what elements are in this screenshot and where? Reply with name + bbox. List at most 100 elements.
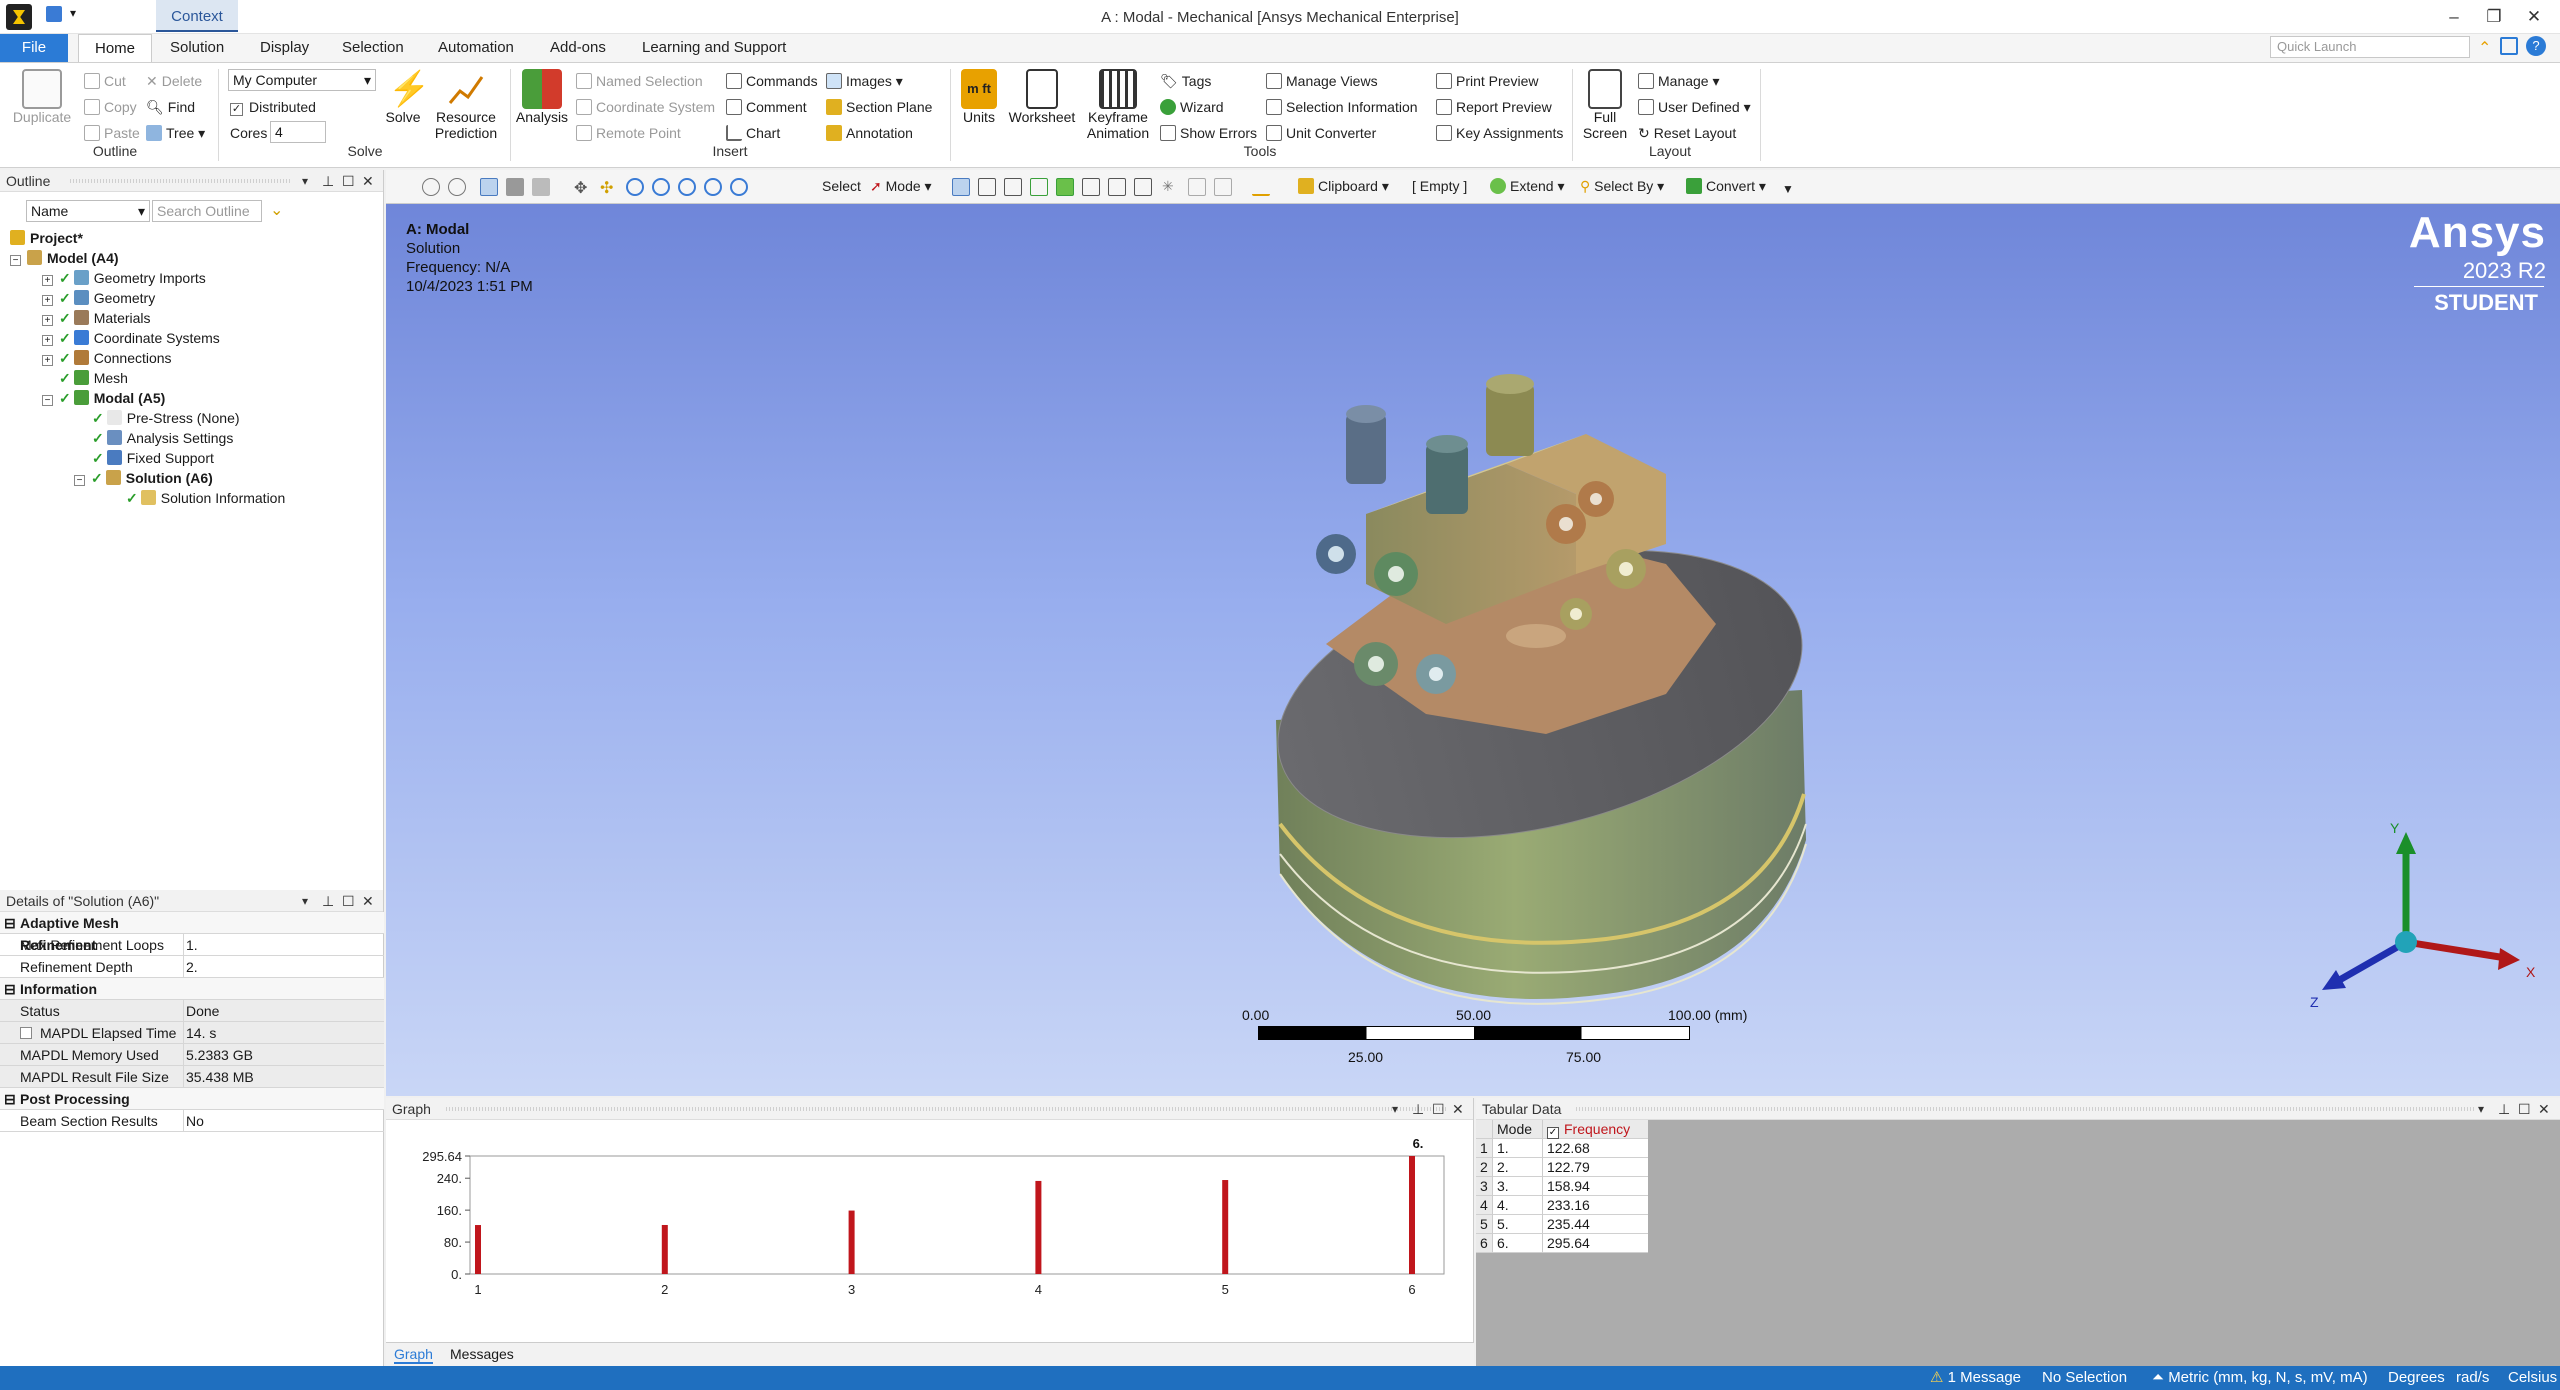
help-icon[interactable]: ? [2526, 36, 2546, 56]
tab-graph[interactable]: Graph [394, 1346, 433, 1364]
collapse-icon[interactable]: ⊟ [4, 912, 16, 934]
column-header-frequency[interactable]: ✓Frequency [Hz] [1542, 1120, 1648, 1156]
rotate-icon[interactable]: ✥ [574, 178, 592, 197]
table-cell-mode[interactable]: 3. [1492, 1177, 1542, 1196]
temperature-units-status[interactable]: Celsius [2508, 1366, 2557, 1390]
maximize-icon[interactable]: ☐ [342, 170, 355, 192]
details-row[interactable]: Beam Section Results No [0, 1110, 384, 1132]
zoom-out-icon[interactable] [448, 178, 466, 196]
row-index[interactable]: 6 [1476, 1234, 1492, 1253]
extend-button[interactable]: Extend ▾ [1490, 178, 1565, 195]
suppress-icon[interactable] [1214, 178, 1232, 196]
select-body-icon[interactable] [1030, 178, 1048, 196]
tags-button[interactable]: 🏷︎ Tags [1160, 69, 1211, 93]
chart-button[interactable]: Chart [726, 121, 780, 145]
tree-item-modal[interactable]: − ✓ Modal (A5) [42, 388, 165, 408]
select-element-face-icon[interactable] [1082, 178, 1100, 196]
pin-icon[interactable]: ⊥ [322, 890, 334, 912]
clipboard-button[interactable]: Clipboard ▾ [1298, 178, 1389, 195]
full-screen-button[interactable]: Full Screen [1578, 69, 1632, 141]
tree-item-fixed-support[interactable]: ✓ Fixed Support [92, 448, 214, 468]
messages-status[interactable]: ⚠ 1 Message [1930, 1366, 2021, 1390]
quick-launch-input[interactable]: Quick Launch [2270, 36, 2470, 58]
collapse-icon[interactable]: ⊟ [4, 978, 16, 1000]
tree-item-solution-information[interactable]: ✓ Solution Information [126, 488, 285, 508]
pin-icon[interactable]: ⊥ [322, 170, 334, 192]
tab-automation[interactable]: Automation [430, 34, 522, 62]
dropdown-icon[interactable]: ▾ [302, 890, 308, 912]
expand-icon[interactable]: + [42, 355, 53, 366]
chevron-up-icon[interactable]: ⌃ [2478, 38, 2491, 58]
table-cell-frequency[interactable]: 295.64 [1542, 1234, 1648, 1253]
copy-button[interactable]: Copy [84, 95, 137, 119]
analysis-button[interactable]: Analysis [514, 69, 570, 125]
zoom-in-icon[interactable] [422, 178, 440, 196]
details-section[interactable]: ⊟ Information [0, 978, 384, 1000]
edges-icon[interactable] [532, 178, 550, 196]
table-cell-mode[interactable]: 4. [1492, 1196, 1542, 1215]
tree-item-mesh[interactable]: ✓ Mesh [59, 368, 128, 388]
select-button[interactable]: Select [822, 178, 861, 194]
frequency-bar-chart[interactable]: 295.64 240. 160. 80. 0. 1 2 3 4 5 6 6. [386, 1120, 1474, 1342]
show-icon[interactable] [1188, 178, 1206, 196]
collapse-icon[interactable]: − [10, 255, 21, 266]
resource-prediction-button[interactable]: Resource Prediction [430, 69, 502, 141]
solve-target-select[interactable]: My Computer ▾ [228, 69, 376, 91]
shaded-view-icon[interactable] [480, 178, 498, 196]
tab-display[interactable]: Display [252, 34, 317, 62]
select-mesh-icon[interactable] [1134, 178, 1152, 196]
pan-icon[interactable]: ✣ [600, 178, 618, 197]
magnifier-icon[interactable] [704, 178, 722, 196]
tree-item-geometry-imports[interactable]: + ✓ Geometry Imports [42, 268, 206, 288]
pin-icon[interactable]: ⊥ [1412, 1098, 1424, 1120]
tree-button[interactable]: Tree ▾ [146, 121, 205, 145]
tree-item-analysis-settings[interactable]: ✓ Analysis Settings [92, 428, 233, 448]
select-vertex-icon[interactable] [952, 178, 970, 196]
minimize-icon[interactable]: – [2436, 4, 2472, 30]
table-cell-mode[interactable]: 5. [1492, 1215, 1542, 1234]
row-index[interactable]: 2 [1476, 1158, 1492, 1177]
window-icon[interactable] [2500, 37, 2518, 55]
selection-information-button[interactable]: Selection Information [1266, 95, 1418, 119]
close-panel-icon[interactable]: ✕ [1452, 1098, 1464, 1120]
wizard-button[interactable]: Wizard [1160, 95, 1224, 119]
distributed-checkbox[interactable]: ✓ Distributed [230, 95, 316, 119]
table-cell-frequency[interactable]: 158.94 [1542, 1177, 1648, 1196]
named-selection-button[interactable]: Named Selection [576, 69, 703, 93]
name-filter-select[interactable]: Name ▾ [26, 200, 150, 222]
commands-button[interactable]: Commands [726, 69, 818, 93]
tab-add-ons[interactable]: Add-ons [542, 34, 614, 62]
tree-item-geometry[interactable]: + ✓ Geometry [42, 288, 155, 308]
show-errors-button[interactable]: Show Errors [1160, 121, 1257, 145]
units-status[interactable]: ⏶ Metric (mm, kg, N, s, mV, mA) [2152, 1366, 2368, 1390]
duplicate-button[interactable]: Duplicate [10, 69, 74, 125]
images-button[interactable]: Images ▾ [826, 69, 903, 93]
toolbar-overflow-icon[interactable]: ▼ [1782, 182, 1794, 196]
close-panel-icon[interactable]: ✕ [362, 890, 374, 912]
details-row[interactable]: Status Done [0, 1000, 384, 1022]
details-section[interactable]: ⊟ Post Processing [0, 1088, 384, 1110]
series-visibility-checkbox[interactable]: ✓ [1547, 1127, 1559, 1139]
parameter-checkbox[interactable] [20, 1027, 32, 1039]
tree-item-coordinate-systems[interactable]: + ✓ Coordinate Systems [42, 328, 220, 348]
hide-icon[interactable]: ✳ [1162, 178, 1180, 196]
select-edge-icon[interactable] [978, 178, 996, 196]
report-preview-button[interactable]: Report Preview [1436, 95, 1552, 119]
remote-point-button[interactable]: Remote Point [576, 121, 681, 145]
tab-messages[interactable]: Messages [450, 1346, 514, 1362]
section-plane-button[interactable]: Section Plane [826, 95, 932, 119]
key-assignments-button[interactable]: Key Assignments [1436, 121, 1563, 145]
maximize-icon[interactable]: ☐ [1432, 1098, 1445, 1120]
cut-button[interactable]: Cut [84, 69, 126, 93]
row-index[interactable]: 5 [1476, 1215, 1492, 1234]
restore-icon[interactable]: ❐ [2476, 4, 2512, 30]
expand-icon[interactable]: + [42, 315, 53, 326]
table-cell-frequency[interactable]: 122.79 [1542, 1158, 1648, 1177]
dropdown-icon[interactable]: ▾ [302, 170, 308, 192]
tree-item-model[interactable]: − Model (A4) [10, 248, 119, 268]
tree-item-pre-stress[interactable]: ✓ Pre-Stress (None) [92, 408, 240, 428]
dropdown-icon[interactable]: ▾ [2478, 1098, 2484, 1120]
row-index[interactable]: 1 [1476, 1139, 1492, 1158]
close-panel-icon[interactable]: ✕ [2538, 1098, 2550, 1120]
manage-views-button[interactable]: Manage Views [1266, 69, 1378, 93]
